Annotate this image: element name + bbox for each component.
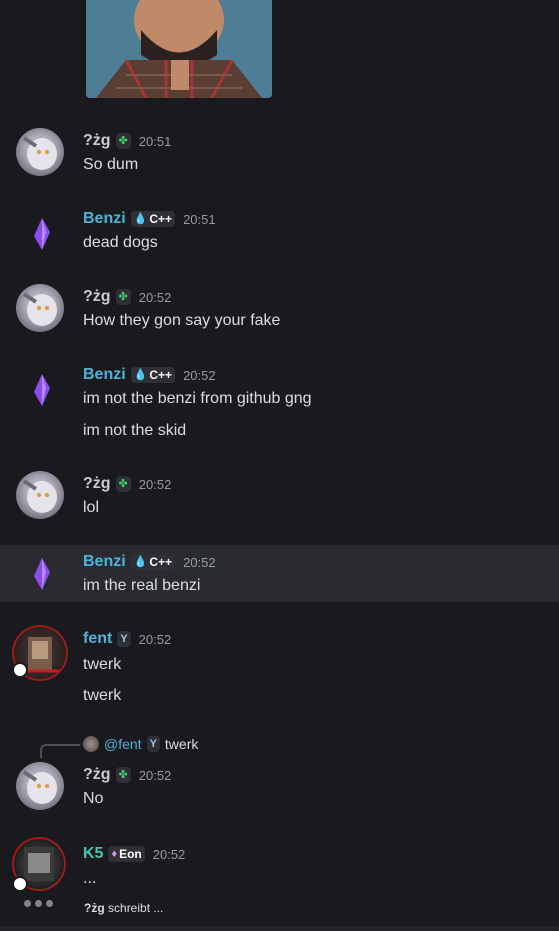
username[interactable]: Benzi [83,553,126,571]
timestamp: 20:52 [183,367,216,383]
typing-dot [35,900,42,907]
avatar[interactable] [16,284,64,332]
message-7[interactable]: fent Y 20:52 twerk twerk [0,625,559,720]
y-badge-icon: Y [120,632,128,645]
timestamp: 20:51 [138,133,172,149]
avatar[interactable] [16,762,64,810]
message-text: So dum [83,156,139,173]
water-drop-icon: 💧 [133,555,148,568]
username[interactable]: ?żg [83,132,111,150]
message-text: im not the benzi from github gng [83,390,312,407]
message-text: No [83,790,104,807]
avatar[interactable] [16,128,64,176]
message-4[interactable]: Benzi 💧 C++ 20:52 im not the benzi from g… [0,360,559,450]
message-text: lol [83,499,100,516]
timestamp: 20:52 [138,289,172,305]
server-tag[interactable]: Y [117,631,131,647]
avatar[interactable] [16,210,64,258]
composer-edge [0,926,559,931]
username[interactable]: Benzi [83,366,126,384]
message-text: ... [83,870,97,887]
typing-user: ?żg [84,901,105,915]
message-text: How they gon say your fake [83,312,281,329]
timestamp: 20:51 [183,211,216,227]
message-6[interactable]: Benzi 💧 C++ 20:52 im the real benzi [0,545,559,602]
avatar[interactable] [16,366,64,414]
timestamp: 20:52 [138,476,172,492]
username[interactable]: ?żg [83,766,111,784]
y-badge-icon: Y [149,737,157,750]
server-tag[interactable]: 💧 C++ [130,367,176,383]
message-3[interactable]: ?żg ✤ 20:52 How they gon say your fake [0,282,559,342]
username[interactable]: K5 [83,845,103,863]
message-text: dead dogs [83,234,158,251]
typing-dot [24,900,31,907]
message-8[interactable]: ?żg ✤ 20:52 No [0,760,559,820]
reply-username[interactable]: @fent [104,736,142,752]
username[interactable]: Benzi [83,210,126,228]
gem-icon: ♦ [111,847,118,860]
image-attachment[interactable] [86,0,272,98]
server-tag[interactable]: ✤ [115,289,131,305]
status-indicator [12,662,28,678]
username[interactable]: fent [83,630,112,648]
message-text: twerk [83,656,122,673]
typing-dot [46,900,53,907]
clover-icon: ✤ [118,290,128,303]
timestamp: 20:52 [138,631,172,647]
clover-icon: ✤ [118,134,128,147]
timestamp: 20:52 [183,554,216,570]
reply-text: twerk [164,736,199,752]
message-2[interactable]: Benzi 💧 C++ 20:51 dead dogs [0,204,559,264]
clover-icon: ✤ [118,768,128,781]
message-text: im the real benzi [83,577,201,594]
water-drop-icon: 💧 [133,212,148,225]
reply-avatar [83,736,99,752]
server-tag[interactable]: ✤ [115,767,131,783]
username[interactable]: ?żg [83,475,111,493]
message-1[interactable]: ?żg ✤ 20:51 So dum [0,126,559,186]
message-9[interactable]: K5 ♦ Eon 20:52 ... [0,838,559,893]
status-indicator [12,876,28,892]
server-tag[interactable]: ✤ [115,133,131,149]
server-tag[interactable]: 💧 C++ [130,554,176,570]
avatar[interactable] [16,471,64,519]
server-tag[interactable]: 💧 C++ [130,211,176,227]
clover-icon: ✤ [118,477,128,490]
typing-indicator [24,900,53,907]
water-drop-icon: 💧 [133,368,148,381]
avatar[interactable] [16,550,64,598]
typing-suffix: schreibt ... [108,901,164,915]
timestamp: 20:52 [152,846,186,862]
reply-preview[interactable]: @fent Y twerk [83,736,198,752]
typing-text: ?żg schreibt ... [84,901,163,915]
server-tag[interactable]: ♦ Eon [108,846,145,862]
message-text: twerk [83,687,122,704]
server-tag[interactable]: ✤ [115,476,131,492]
message-text: im not the skid [83,422,187,439]
username[interactable]: ?żg [83,288,111,306]
chat-log: ?żg ✤ 20:51 So dum Benzi 💧 C++ 20:51 dead… [0,0,559,931]
server-tag: Y [146,736,160,752]
reply-connector [40,744,80,758]
message-5[interactable]: ?żg ✤ 20:52 lol [0,469,559,529]
timestamp: 20:52 [138,767,172,783]
